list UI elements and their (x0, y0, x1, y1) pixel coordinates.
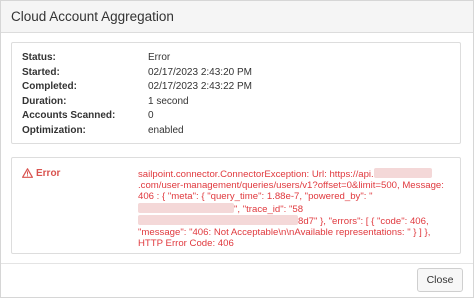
dialog-title: Cloud Account Aggregation (11, 9, 174, 24)
redacted-powered-by (138, 202, 234, 213)
detail-row-accounts-scanned: Accounts Scanned: 0 (22, 109, 450, 124)
detail-row-completed: Completed: 02/17/2023 2:43:22 PM (22, 80, 450, 95)
dialog-header: Cloud Account Aggregation (1, 1, 473, 33)
optimization-label: Optimization: (22, 124, 86, 136)
close-button[interactable]: Close (417, 268, 463, 292)
error-heading: Error (22, 167, 60, 182)
started-label: Started: (22, 66, 60, 78)
error-message-part-1: sailpoint.connector.ConnectorException: … (138, 169, 374, 180)
completed-value: 02/17/2023 2:43:22 PM (148, 81, 252, 92)
error-panel: Error sailpoint.connector.ConnectorExcep… (11, 157, 461, 254)
error-message-part-3: ", "trace_id": "58 (234, 203, 304, 215)
redacted-host (373, 168, 432, 178)
aggregation-details-panel: Status: Error Started: 02/17/2023 2:43:2… (11, 42, 461, 144)
completed-label: Completed: (22, 81, 77, 92)
started-value: 02/17/2023 2:43:20 PM (148, 66, 252, 78)
detail-row-duration: Duration: 1 second (22, 95, 450, 110)
status-value: Error (148, 52, 171, 63)
accounts-scanned-value: 0 (148, 110, 154, 121)
warning-triangle-icon (22, 168, 33, 182)
duration-value: 1 second (148, 95, 189, 107)
status-label: Status: (22, 52, 56, 63)
dialog-footer: Close (1, 263, 473, 298)
error-heading-label: Error (36, 168, 61, 179)
detail-row-status: Status: Error (22, 51, 450, 66)
detail-row-started: Started: 02/17/2023 2:43:20 PM (22, 66, 450, 81)
duration-label: Duration: (22, 95, 67, 107)
error-message-part-2: .com/user-management/queries/users/v1?of… (138, 180, 447, 203)
detail-row-optimization: Optimization: enabled (22, 124, 450, 139)
error-message: sailpoint.connector.ConnectorException: … (138, 168, 456, 249)
cloud-account-aggregation-dialog: Cloud Account Aggregation Status: Error … (0, 0, 474, 298)
redacted-trace-id (138, 214, 298, 225)
optimization-value: enabled (148, 124, 184, 136)
accounts-scanned-label: Accounts Scanned: (22, 110, 116, 121)
